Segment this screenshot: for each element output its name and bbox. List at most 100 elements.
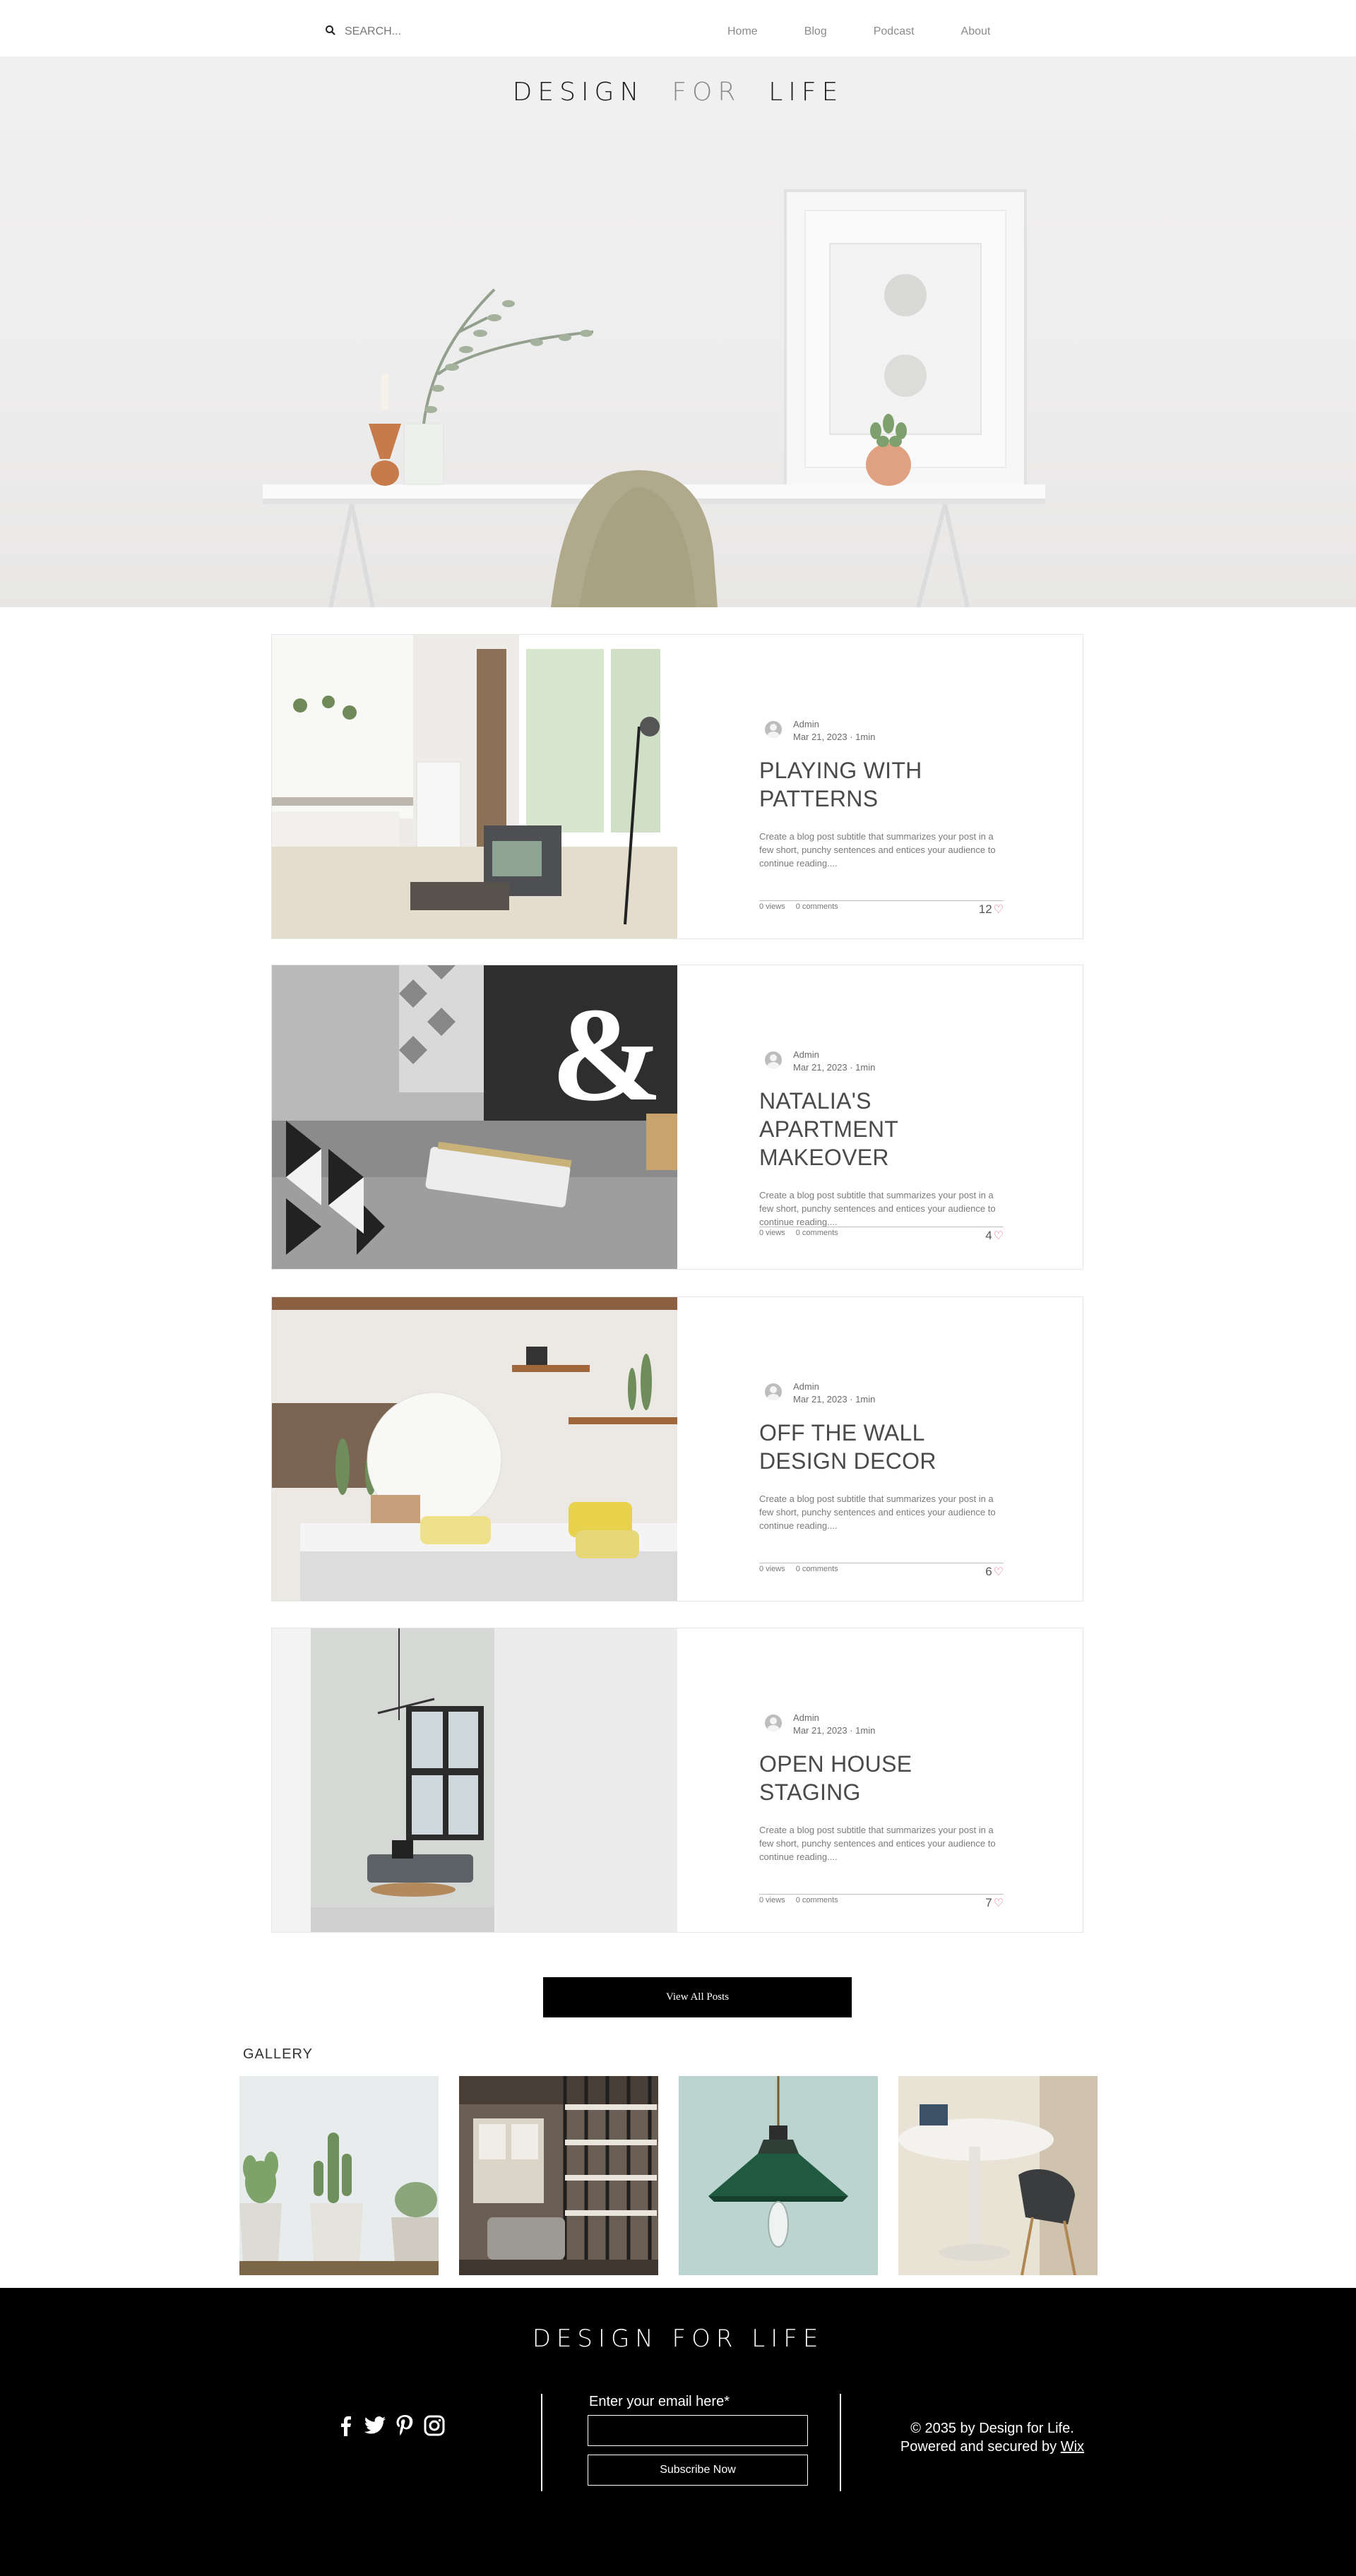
post-image[interactable] — [272, 635, 677, 938]
gallery-image[interactable] — [239, 2076, 439, 2275]
nav-home[interactable]: Home — [727, 25, 758, 38]
post-date-line: Mar 21, 2023 · 1min — [793, 1394, 876, 1405]
post-footer: 0 views 0 comments 12 ♡ — [759, 900, 1004, 919]
facebook-icon[interactable] — [335, 2415, 356, 2436]
nav-podcast[interactable]: Podcast — [874, 25, 915, 38]
post-comments[interactable]: 0 comments — [796, 1565, 838, 1573]
author-meta: Admin Mar 21, 2023 · 1min — [793, 1712, 875, 1737]
post-stats: 0 views 0 comments — [759, 1565, 847, 1573]
search-input[interactable] — [345, 25, 486, 38]
post-views: 0 views — [759, 902, 785, 911]
copyright-text: © 2035 by Design for Life. Powered and s… — [869, 2419, 1116, 2456]
post-author-row: Admin Mar 21, 2023 · 1min — [759, 1381, 1013, 1406]
post-image[interactable] — [272, 1297, 677, 1601]
twitter-icon[interactable] — [364, 2415, 386, 2436]
heart-icon[interactable]: ♡ — [994, 902, 1004, 917]
post-title[interactable]: PLAYING WITH PATTERNS — [759, 756, 1013, 813]
main-nav: Home Blog Podcast About — [727, 25, 1037, 38]
post-read-time: 1min — [855, 732, 876, 742]
post-views: 0 views — [759, 1229, 785, 1237]
author-avatar[interactable] — [765, 721, 782, 738]
post-likes[interactable]: 6 ♡ — [985, 1565, 1004, 1579]
site-title-for: FOR — [672, 78, 742, 107]
post-title[interactable]: NATALIA'S APARTMENT MAKEOVER — [759, 1087, 1013, 1171]
heart-icon[interactable]: ♡ — [994, 1896, 1004, 1910]
site-title-life: LIFE — [768, 78, 844, 107]
blog-post-card[interactable]: & Admin Mar 21, 2023 · 1min NATALIA'S AP… — [271, 965, 1083, 1270]
post-date-line: Mar 21, 2023 · 1min — [793, 732, 876, 742]
email-field[interactable] — [588, 2415, 808, 2446]
post-date-line: Mar 21, 2023 · 1min — [793, 1725, 876, 1736]
heart-icon[interactable]: ♡ — [994, 1565, 1004, 1579]
post-footer: 0 views 0 comments 7 ♡ — [759, 1894, 1004, 1912]
hero-image — [263, 189, 1045, 607]
post-excerpt[interactable]: Create a blog post subtitle that summari… — [759, 1188, 1006, 1229]
post-excerpt[interactable]: Create a blog post subtitle that summari… — [759, 830, 1006, 870]
pinterest-icon[interactable] — [394, 2415, 415, 2436]
post-date-line: Mar 21, 2023 · 1min — [793, 1062, 876, 1073]
author-name[interactable]: Admin — [793, 718, 875, 731]
post-image[interactable]: & — [272, 965, 677, 1269]
post-date: Mar 21, 2023 — [793, 1725, 848, 1736]
post-excerpt[interactable]: Create a blog post subtitle that summari… — [759, 1823, 1006, 1864]
post-footer: 0 views 0 comments 4 ♡ — [759, 1227, 1004, 1245]
author-name[interactable]: Admin — [793, 1049, 875, 1061]
author-name[interactable]: Admin — [793, 1381, 875, 1393]
post-author-row: Admin Mar 21, 2023 · 1min — [759, 1712, 1013, 1737]
like-count: 6 — [985, 1565, 992, 1578]
post-image[interactable] — [272, 1628, 677, 1932]
author-avatar[interactable] — [765, 1383, 782, 1400]
site-title: DESIGN FOR LIFE — [0, 78, 1356, 107]
post-content: Admin Mar 21, 2023 · 1min PLAYING WITH P… — [759, 718, 1013, 870]
author-meta: Admin Mar 21, 2023 · 1min — [793, 718, 875, 744]
heart-icon[interactable]: ♡ — [994, 1229, 1004, 1243]
gallery-image[interactable] — [679, 2076, 878, 2275]
author-avatar[interactable] — [765, 1051, 782, 1068]
blog-post-card[interactable]: Admin Mar 21, 2023 · 1min PLAYING WITH P… — [271, 634, 1083, 939]
gallery-image[interactable] — [898, 2076, 1098, 2275]
hero-banner: DESIGN FOR LIFE — [0, 56, 1356, 607]
post-likes[interactable]: 12 ♡ — [979, 902, 1004, 917]
svg-text:&: & — [551, 981, 662, 1129]
post-likes[interactable]: 7 ♡ — [985, 1896, 1004, 1910]
gallery-title: GALLERY — [243, 2046, 313, 2062]
powered-by-line: Powered and secured by Wix — [869, 2438, 1116, 2456]
blog-post-card[interactable]: Admin Mar 21, 2023 · 1min OPEN HOUSE STA… — [271, 1628, 1083, 1933]
gallery-image[interactable] — [459, 2076, 658, 2275]
post-title[interactable]: OPEN HOUSE STAGING — [759, 1750, 1013, 1806]
post-comments[interactable]: 0 comments — [796, 902, 838, 911]
nav-blog[interactable]: Blog — [804, 25, 827, 38]
like-count: 12 — [978, 902, 992, 916]
author-avatar[interactable] — [765, 1715, 782, 1731]
author-meta: Admin Mar 21, 2023 · 1min — [793, 1049, 875, 1074]
post-date: Mar 21, 2023 — [793, 732, 848, 742]
site-header: Home Blog Podcast About — [0, 0, 1356, 56]
blog-post-card[interactable]: Admin Mar 21, 2023 · 1min OFF THE WALL D… — [271, 1296, 1083, 1602]
post-title[interactable]: OFF THE WALL DESIGN DECOR — [759, 1419, 1013, 1475]
view-all-posts-button[interactable]: View All Posts — [543, 1977, 852, 2017]
instagram-icon[interactable] — [424, 2415, 445, 2436]
post-excerpt[interactable]: Create a blog post subtitle that summari… — [759, 1492, 1006, 1532]
post-read-time: 1min — [855, 1062, 876, 1073]
post-stats: 0 views 0 comments — [759, 1229, 847, 1237]
like-count: 7 — [985, 1896, 992, 1909]
author-name[interactable]: Admin — [793, 1712, 875, 1724]
post-comments[interactable]: 0 comments — [796, 1229, 838, 1237]
subscribe-button[interactable]: Subscribe Now — [588, 2455, 808, 2486]
post-stats: 0 views 0 comments — [759, 902, 847, 911]
wix-link[interactable]: Wix — [1061, 2439, 1084, 2455]
post-read-time: 1min — [855, 1394, 876, 1405]
copyright-line: © 2035 by Design for Life. — [910, 2421, 1074, 2436]
post-views: 0 views — [759, 1896, 785, 1904]
footer-divider — [541, 2394, 542, 2491]
like-count: 4 — [985, 1229, 992, 1242]
email-label: Enter your email here* — [589, 2394, 730, 2409]
post-author-row: Admin Mar 21, 2023 · 1min — [759, 718, 1013, 744]
nav-about[interactable]: About — [961, 25, 991, 38]
search-icon[interactable] — [325, 25, 336, 40]
search-bar[interactable] — [325, 24, 486, 40]
post-content: Admin Mar 21, 2023 · 1min NATALIA'S APAR… — [759, 1049, 1013, 1229]
site-footer: DESIGN FOR LIFE Enter your email here* S… — [0, 2288, 1356, 2576]
post-comments[interactable]: 0 comments — [796, 1896, 838, 1904]
post-likes[interactable]: 4 ♡ — [985, 1229, 1004, 1243]
